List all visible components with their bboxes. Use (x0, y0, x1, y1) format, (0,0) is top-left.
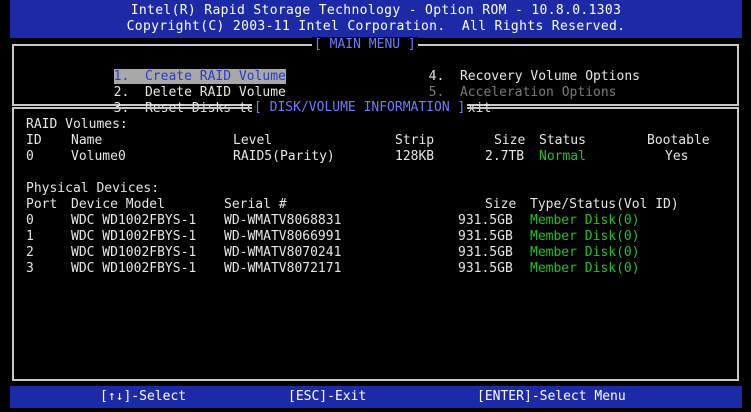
device-port: 2 (26, 245, 34, 260)
col-header-type-status: Type/Status(Vol ID) (530, 197, 679, 212)
disk-volume-info-title: [ DISK/VOLUME INFORMATION ] (252, 100, 468, 116)
app-title: Intel(R) Rapid Storage Technology - Opti… (130, 3, 622, 18)
device-model: WDC WD1002FBYS-1 (71, 213, 197, 228)
col-header-device-size: Size (485, 197, 517, 212)
volume-name: Volume0 (71, 149, 126, 164)
device-model: WDC WD1002FBYS-1 (71, 245, 197, 260)
footer-exit-hint: [ESC]-Exit (288, 389, 367, 404)
col-header-size: Size (494, 133, 526, 148)
header-bar: Intel(R) Rapid Storage Technology - Opti… (10, 0, 742, 38)
volume-status: Normal (539, 149, 586, 164)
footer-bar: [↑↓]-Select [ESC]-Exit [ENTER]-Select Me… (10, 386, 742, 408)
device-size: 931.5GB (458, 229, 513, 244)
footer-select-hint: [↑↓]-Select (100, 389, 187, 404)
device-serial: WD-WMATV8070241 (224, 245, 342, 260)
device-type-status: Member Disk(0) (530, 213, 640, 228)
device-serial: WD-WMATV8068831 (224, 213, 342, 228)
device-port: 3 (26, 261, 34, 276)
col-header-serial: Serial # (224, 197, 287, 212)
device-port: 1 (26, 229, 34, 244)
device-port: 0 (26, 213, 34, 228)
raid-volumes-heading: RAID Volumes: (26, 117, 128, 132)
col-header-bootable: Bootable (647, 133, 710, 148)
physical-devices-heading: Physical Devices: (26, 181, 160, 196)
col-header-level: Level (233, 133, 273, 148)
volume-level: RAID5(Parity) (233, 149, 335, 164)
main-menu-title: [ MAIN MENU ] (312, 37, 418, 53)
device-size: 931.5GB (458, 261, 513, 276)
device-type-status: Member Disk(0) (530, 229, 640, 244)
device-size: 931.5GB (458, 213, 513, 228)
col-header-port: Port (26, 197, 58, 212)
device-size: 931.5GB (458, 245, 513, 260)
col-header-status: Status (539, 133, 586, 148)
device-model: WDC WD1002FBYS-1 (71, 261, 197, 276)
device-type-status: Member Disk(0) (530, 261, 640, 276)
volume-size: 2.7TB (485, 149, 525, 164)
volume-id: 0 (26, 149, 34, 164)
col-header-device-model: Device Model (71, 197, 165, 212)
volume-bootable: Yes (665, 149, 689, 164)
device-type-status: Member Disk(0) (530, 245, 640, 260)
col-header-id: ID (26, 133, 42, 148)
device-model: WDC WD1002FBYS-1 (71, 229, 197, 244)
col-header-name: Name (71, 133, 103, 148)
col-header-strip: Strip (395, 133, 435, 148)
volume-strip: 128KB (395, 149, 435, 164)
device-serial: WD-WMATV8066991 (224, 229, 342, 244)
footer-enter-hint: [ENTER]-Select Menu (477, 389, 626, 404)
copyright-text: Copyright(C) 2003-11 Intel Corporation. … (126, 19, 626, 34)
device-serial: WD-WMATV8072171 (224, 261, 342, 276)
